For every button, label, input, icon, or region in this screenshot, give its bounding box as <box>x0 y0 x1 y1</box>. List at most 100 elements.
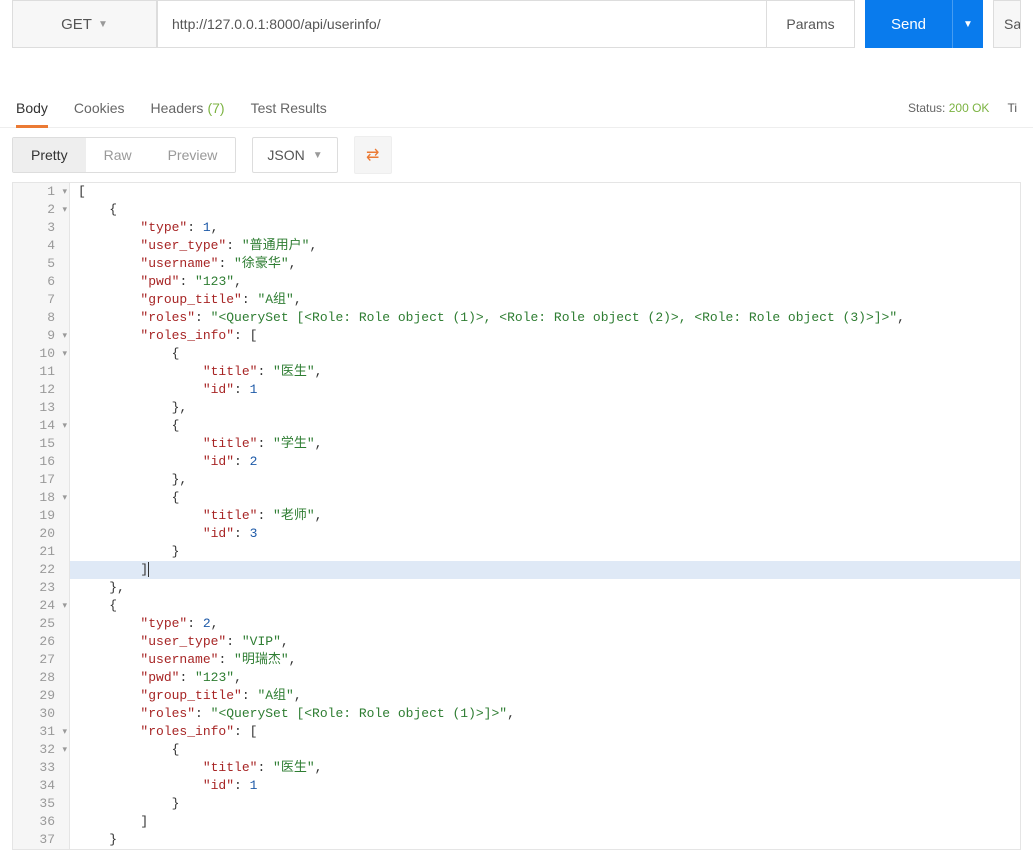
code-fold-toggle[interactable]: ▾ <box>59 723 67 741</box>
code-line[interactable]: }, <box>70 579 1020 597</box>
line-number: 35 <box>13 795 69 813</box>
save-button[interactable]: Sa <box>993 0 1021 48</box>
response-editor[interactable]: 1▾2▾3456789▾10▾11121314▾15161718▾1920212… <box>12 182 1021 850</box>
line-number: 36 <box>13 813 69 831</box>
code-line[interactable]: { <box>70 597 1020 615</box>
line-number: 18▾ <box>13 489 69 507</box>
code-line[interactable]: { <box>70 489 1020 507</box>
send-label: Send <box>891 16 926 33</box>
line-number: 26 <box>13 633 69 651</box>
code-fold-toggle[interactable]: ▾ <box>59 597 67 615</box>
code-line[interactable]: } <box>70 795 1020 813</box>
tab-body[interactable]: Body <box>16 88 48 127</box>
line-number: 21 <box>13 543 69 561</box>
code-line[interactable]: "pwd": "123", <box>70 273 1020 291</box>
format-select[interactable]: JSON ▼ <box>252 137 337 173</box>
code-line[interactable]: "roles_info": [ <box>70 723 1020 741</box>
line-number: 37 <box>13 831 69 849</box>
line-number: 5 <box>13 255 69 273</box>
line-number: 27 <box>13 651 69 669</box>
send-dropdown[interactable]: ▼ <box>953 0 983 48</box>
code-fold-toggle[interactable]: ▾ <box>59 183 67 201</box>
wrap-lines-button[interactable]: ⇄ <box>354 136 392 174</box>
line-number: 34 <box>13 777 69 795</box>
line-number: 30 <box>13 705 69 723</box>
tab-cookies[interactable]: Cookies <box>74 88 125 127</box>
code-line[interactable]: { <box>70 741 1020 759</box>
line-number: 8 <box>13 309 69 327</box>
code-line[interactable]: "group_title": "A组", <box>70 291 1020 309</box>
code-fold-toggle[interactable]: ▾ <box>59 345 67 363</box>
line-number: 25 <box>13 615 69 633</box>
line-number: 2▾ <box>13 201 69 219</box>
code-line[interactable]: "id": 1 <box>70 777 1020 795</box>
line-number: 14▾ <box>13 417 69 435</box>
code-line[interactable]: "roles": "<QuerySet [<Role: Role object … <box>70 705 1020 723</box>
code-line[interactable]: { <box>70 417 1020 435</box>
line-number: 11 <box>13 363 69 381</box>
view-preview[interactable]: Preview <box>150 138 236 172</box>
code-line[interactable]: "title": "医生", <box>70 363 1020 381</box>
code-fold-toggle[interactable]: ▾ <box>59 741 67 759</box>
chevron-down-icon: ▼ <box>98 19 108 30</box>
wrap-icon: ⇄ <box>366 145 379 165</box>
line-number: 23 <box>13 579 69 597</box>
tab-test-results[interactable]: Test Results <box>251 88 327 127</box>
headers-count: (7) <box>207 100 224 116</box>
code-line[interactable]: { <box>70 201 1020 219</box>
code-line[interactable]: "pwd": "123", <box>70 669 1020 687</box>
code-line[interactable]: "id": 1 <box>70 381 1020 399</box>
line-number: 1▾ <box>13 183 69 201</box>
code-line[interactable]: "id": 3 <box>70 525 1020 543</box>
code-line[interactable]: "roles": "<QuerySet [<Role: Role object … <box>70 309 1020 327</box>
line-number: 12 <box>13 381 69 399</box>
status-block: Status: 200 OK <box>908 101 989 115</box>
time-label: Ti <box>1007 101 1017 115</box>
format-label: JSON <box>267 147 304 163</box>
code-line[interactable]: "title": "学生", <box>70 435 1020 453</box>
line-number: 9▾ <box>13 327 69 345</box>
code-line[interactable]: "user_type": "VIP", <box>70 633 1020 651</box>
code-line[interactable]: "id": 2 <box>70 453 1020 471</box>
method-select[interactable]: GET ▼ <box>12 0 157 48</box>
code-line[interactable]: { <box>70 345 1020 363</box>
code-fold-toggle[interactable]: ▾ <box>59 417 67 435</box>
line-number: 17 <box>13 471 69 489</box>
code-line[interactable]: ] <box>70 561 1020 579</box>
chevron-down-icon: ▼ <box>313 150 323 161</box>
status-value: 200 OK <box>949 101 990 115</box>
code-line[interactable]: "username": "徐豪华", <box>70 255 1020 273</box>
code-line[interactable]: "group_title": "A组", <box>70 687 1020 705</box>
code-line[interactable]: }, <box>70 399 1020 417</box>
chevron-down-icon: ▼ <box>963 19 973 30</box>
code-line[interactable]: "user_type": "普通用户", <box>70 237 1020 255</box>
code-line[interactable]: } <box>70 831 1020 849</box>
tab-headers[interactable]: Headers (7) <box>151 88 225 127</box>
code-line[interactable]: "type": 1, <box>70 219 1020 237</box>
code-fold-toggle[interactable]: ▾ <box>59 327 67 345</box>
code-line[interactable]: "title": "老师", <box>70 507 1020 525</box>
view-raw[interactable]: Raw <box>86 138 150 172</box>
status-label: Status: <box>908 101 945 115</box>
code-line[interactable]: ] <box>70 813 1020 831</box>
view-pretty[interactable]: Pretty <box>13 138 86 172</box>
params-button[interactable]: Params <box>767 0 855 48</box>
send-button[interactable]: Send <box>865 0 953 48</box>
line-number: 19 <box>13 507 69 525</box>
code-line[interactable]: "roles_info": [ <box>70 327 1020 345</box>
line-number: 10▾ <box>13 345 69 363</box>
code-line[interactable]: } <box>70 543 1020 561</box>
code-line[interactable]: "username": "明瑞杰", <box>70 651 1020 669</box>
line-number: 13 <box>13 399 69 417</box>
code-line[interactable]: }, <box>70 471 1020 489</box>
code-fold-toggle[interactable]: ▾ <box>59 201 67 219</box>
line-number: 20 <box>13 525 69 543</box>
line-number: 4 <box>13 237 69 255</box>
code-line[interactable]: "type": 2, <box>70 615 1020 633</box>
code-fold-toggle[interactable]: ▾ <box>59 489 67 507</box>
code-line[interactable]: [ <box>70 183 1020 201</box>
line-number: 33 <box>13 759 69 777</box>
params-label: Params <box>786 16 834 32</box>
url-input[interactable] <box>158 1 766 47</box>
code-line[interactable]: "title": "医生", <box>70 759 1020 777</box>
